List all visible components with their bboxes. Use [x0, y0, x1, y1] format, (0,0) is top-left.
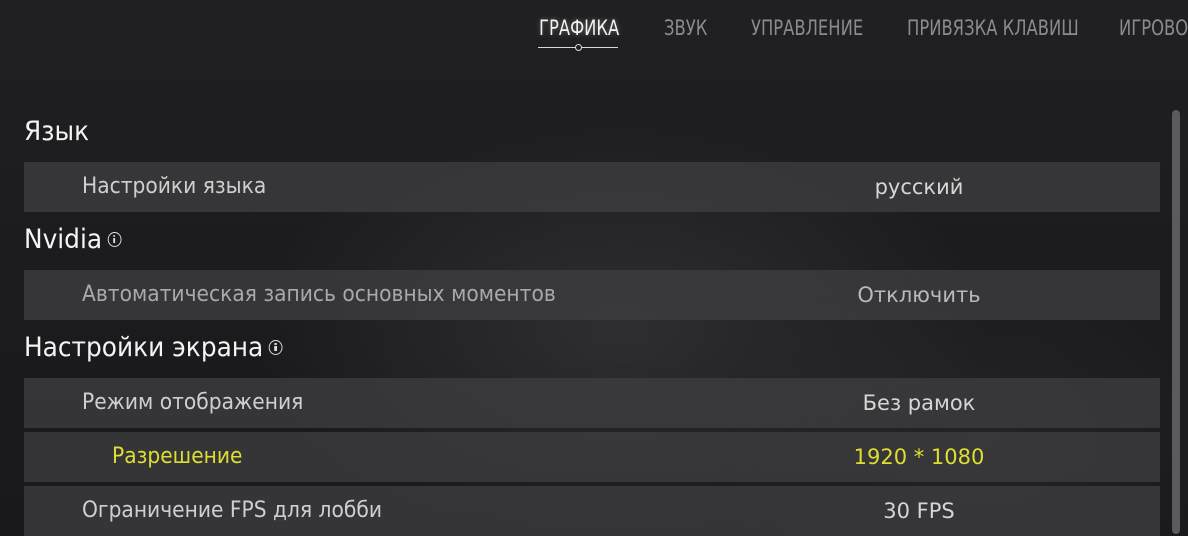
info-icon[interactable]	[268, 340, 283, 355]
setting-value-display-mode[interactable]: Без рамок	[704, 378, 1134, 428]
setting-label-resolution: Разрешение	[112, 444, 243, 469]
setting-label-nvidia-highlights: Автоматическая запись основных моментов	[82, 282, 556, 307]
setting-row-nvidia-highlights[interactable]: Автоматическая запись основных моментов …	[24, 270, 1160, 320]
tab-key-bindings[interactable]: ПРИВЯЗКА КЛАВИШ	[907, 16, 1079, 40]
setting-row-lobby-fps-limit[interactable]: Ограничение FPS для лобби 30 FPS	[24, 486, 1160, 536]
setting-row-resolution[interactable]: Разрешение 1920 * 1080	[24, 432, 1160, 482]
setting-row-language[interactable]: Настройки языка русский	[24, 162, 1160, 212]
scrollbar-thumb[interactable]	[1172, 110, 1180, 534]
tab-gameplay[interactable]: ИГРОВО	[1119, 16, 1188, 40]
setting-value-nvidia-highlights[interactable]: Отключить	[704, 270, 1134, 320]
section-title-language: Язык	[24, 116, 89, 147]
info-icon[interactable]	[107, 232, 122, 247]
setting-row-display-mode[interactable]: Режим отображения Без рамок	[24, 378, 1160, 428]
setting-label-lobby-fps-limit: Ограничение FPS для лобби	[82, 498, 383, 523]
setting-label-display-mode: Режим отображения	[82, 390, 304, 415]
setting-value-resolution[interactable]: 1920 * 1080	[704, 432, 1134, 482]
active-tab-indicator-dot	[575, 44, 582, 51]
setting-value-lobby-fps-limit[interactable]: 30 FPS	[704, 486, 1134, 536]
section-title-nvidia-text: Nvidia	[24, 224, 103, 255]
section-title-screen: Настройки экрана	[24, 332, 283, 363]
setting-value-language[interactable]: русский	[704, 162, 1134, 212]
tab-controls[interactable]: УПРАВЛЕНИЕ	[751, 16, 863, 40]
section-title-nvidia: Nvidia	[24, 224, 122, 255]
setting-label-language: Настройки языка	[82, 174, 267, 199]
tab-sound[interactable]: ЗВУК	[664, 16, 707, 40]
tab-graphics[interactable]: ГРАФИКА	[539, 16, 619, 40]
section-title-screen-text: Настройки экрана	[24, 332, 264, 363]
section-title-language-text: Язык	[24, 116, 90, 147]
top-nav-tabs: ГРАФИКА ЗВУК УПРАВЛЕНИЕ ПРИВЯЗКА КЛАВИШ …	[0, 0, 1188, 70]
